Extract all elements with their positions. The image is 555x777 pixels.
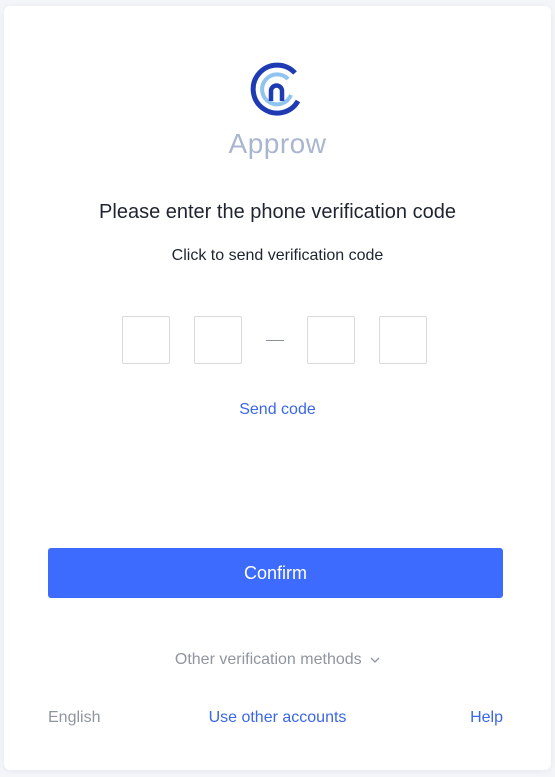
code-separator: [266, 340, 284, 341]
code-digit-3[interactable]: [307, 316, 358, 365]
code-digit-2[interactable]: [194, 316, 245, 365]
help-link[interactable]: Help: [470, 709, 503, 727]
code-digit-2-input[interactable]: [195, 317, 245, 365]
code-digit-4[interactable]: [379, 316, 430, 365]
code-digit-1-input[interactable]: [123, 317, 173, 365]
code-digit-3-input[interactable]: [308, 317, 358, 365]
other-verification-methods-toggle[interactable]: Other verification methods: [0, 651, 555, 669]
send-code-link[interactable]: Send code: [0, 401, 555, 419]
page-title: Please enter the phone verification code: [99, 201, 456, 223]
confirm-button[interactable]: Confirm: [48, 548, 503, 598]
approw-logo-icon: [250, 62, 301, 116]
code-digit-1[interactable]: [122, 316, 173, 365]
page-subtitle: Click to send verification code: [171, 247, 384, 264]
chevron-down-icon: [370, 657, 380, 663]
app-name: Approw: [228, 128, 327, 159]
code-digit-4-input[interactable]: [380, 317, 430, 365]
other-verification-methods-label: Other verification methods: [174, 651, 362, 668]
